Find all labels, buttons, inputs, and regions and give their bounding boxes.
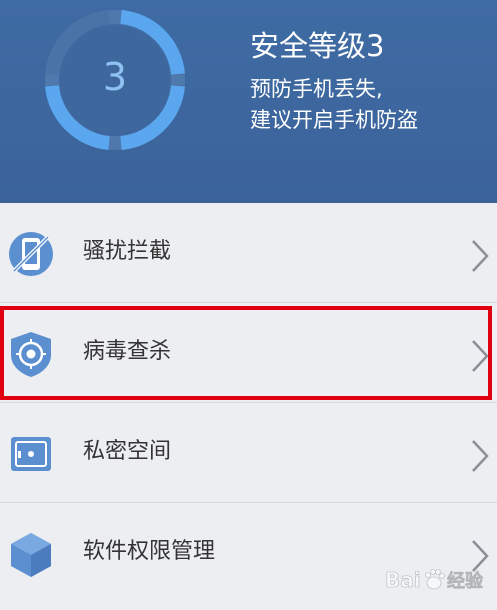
menu-item-label: 骚扰拦截 xyxy=(83,239,172,264)
baidu-jingyan-watermark: Bai 经验 xyxy=(385,563,493,599)
menu-item-harassment-block[interactable]: 骚扰拦截 xyxy=(0,203,497,303)
cube-icon xyxy=(11,533,51,577)
shield-scan-icon xyxy=(11,332,51,377)
chevron-right-icon xyxy=(472,440,489,472)
security-hint-line-2: 建议开启手机防盗 xyxy=(250,108,418,132)
menu-item-private-space[interactable]: 私密空间 xyxy=(0,403,497,503)
phone-block-icon xyxy=(9,232,53,276)
menu-item-label: 软件权限管理 xyxy=(83,539,216,564)
chevron-right-icon xyxy=(472,340,489,372)
svg-text:Bai: Bai xyxy=(385,568,421,592)
menu-item-label: 病毒查杀 xyxy=(83,339,172,364)
security-level-title: 安全等级3 xyxy=(250,29,385,63)
security-hint-line-1: 预防手机丢失, xyxy=(250,77,383,101)
baidu-paw-logo-icon: Bai 经验 xyxy=(385,568,484,593)
svg-text:经验: 经验 xyxy=(447,570,484,592)
safe-box-icon xyxy=(11,437,51,471)
security-level-number: 3 xyxy=(102,55,128,99)
menu-item-label: 私密空间 xyxy=(83,439,172,464)
chevron-right-icon xyxy=(472,240,489,272)
menu-item-virus-scan[interactable]: 病毒查杀 xyxy=(0,303,497,403)
screen: 3 安全等级3 预防手机丢失, 建议开启手机防盗 骚扰拦截 病毒查杀 私密空间 … xyxy=(0,0,497,610)
security-header: 3 安全等级3 预防手机丢失, 建议开启手机防盗 xyxy=(0,0,497,203)
